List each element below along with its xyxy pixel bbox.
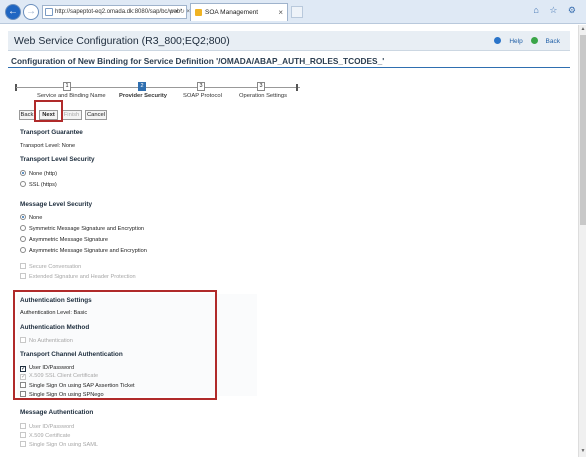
page-subtitle: Configuration of New Binding for Service… [11,56,385,66]
message-level-security-heading: Message Level Security [20,201,93,208]
checkbox-checked-icon[interactable]: ✓ [20,366,26,372]
radio-asymmetric-sig-enc[interactable]: Asymmetric Message Signature and Encrypt… [20,247,147,254]
authentication-settings-heading: Authentication Settings [20,297,92,304]
roadmap-end-marker [296,84,298,91]
title-bar: Web Service Configuration (R3_800;EQ2;80… [8,31,570,51]
help-link[interactable]: Help [494,37,523,45]
checkbox-extended-signature[interactable]: Extended Signature and Header Protection [20,273,136,280]
radio-icon[interactable] [20,247,26,253]
authentication-level-row: Authentication Level: Basic [20,310,88,316]
checkbox-icon[interactable] [20,382,26,388]
back-button[interactable]: Back [19,110,35,120]
roadmap-step-3[interactable]: 3 [197,82,205,91]
tab-title: SOA Management [205,9,259,16]
help-icon [494,37,502,44]
authentication-method-heading: Authentication Method [20,324,90,331]
checkbox-secure-conversation[interactable]: Secure Conversation [20,263,81,270]
cancel-button[interactable]: Cancel [85,110,107,120]
transport-guarantee-heading: Transport Guarantee [20,129,83,136]
transport-level-row: Transport Level: None [20,143,76,149]
radio-symmetric[interactable]: Symmetric Message Signature and Encrypti… [20,225,144,232]
radio-icon[interactable] [20,181,26,187]
forward-arrow-icon[interactable]: → [23,4,39,20]
back-arrow-icon[interactable]: ← [5,4,21,20]
checkbox-icon[interactable] [20,273,26,279]
address-bar[interactable]: http://sapeptot-eq2.omada.dk:8080/sap/bc… [42,5,187,19]
checkbox-icon[interactable] [20,263,26,269]
tab-close-icon[interactable]: × [278,4,283,21]
subtitle-divider [8,67,570,68]
roadmap-label-3: SOAP Protocol [183,93,222,99]
address-text: http://sapeptot-eq2.omada.dk:8080/sap/bc… [55,9,181,15]
radio-none-http[interactable]: None (http) [20,170,57,177]
scroll-thumb[interactable] [580,35,586,225]
scroll-down-icon[interactable]: ▼ [579,448,586,456]
scroll-up-icon[interactable]: ▲ [579,26,586,34]
sap-tab-icon [195,9,202,16]
checkbox-icon[interactable] [20,337,26,343]
roadmap-step-1[interactable]: 1 [63,82,71,91]
browser-tab[interactable]: SOA Management × [190,3,288,21]
roadmap-label-4: Operation Settings [239,93,288,99]
page-icon [45,8,53,16]
radio-selected-icon[interactable] [20,214,26,220]
roadmap-label-2: Provider Security [119,93,168,99]
radio-ssl-https[interactable]: SSL (https) [20,181,57,188]
checkbox-no-authentication[interactable]: No Authentication [20,337,73,344]
page-title: Web Service Configuration (R3_800;EQ2;80… [14,35,230,47]
checkbox-msg-user-id[interactable]: User ID/Password [20,423,74,430]
roadmap-step-2[interactable]: 2 [138,82,146,91]
checkbox-x509-ssl[interactable]: ✓ X.509 SSL Client Certificate [20,373,98,380]
radio-icon[interactable] [20,225,26,231]
checkbox-icon[interactable] [20,423,26,429]
radio-asymmetric-signature[interactable]: Asymmetric Message Signature [20,236,108,243]
back-link[interactable]: Back [530,37,560,45]
page-content: Web Service Configuration (R3_800;EQ2;80… [0,25,578,457]
transport-channel-auth-heading: Transport Channel Authentication [20,351,123,358]
checkbox-icon[interactable] [20,441,26,447]
checkbox-sso-spnego[interactable]: Single Sign On using SPNego [20,391,104,398]
transport-level-security-heading: Transport Level Security [20,156,95,163]
browser-tool-icons[interactable]: ⌂ ☆ ⚙ [533,5,580,16]
checkbox-msg-x509[interactable]: X.509 Certificate [20,432,70,439]
finish-button[interactable]: Finish [61,110,82,120]
new-tab-button[interactable] [291,6,303,18]
back-icon [530,37,538,44]
address-controls[interactable]: ρ ▾ ↻ × [170,8,190,15]
checkbox-icon[interactable] [20,432,26,438]
radio-msg-none[interactable]: None [20,214,42,221]
next-highlight-box [34,100,63,122]
browser-toolbar: ← → http://sapeptot-eq2.omada.dk:8080/sa… [0,0,586,24]
checkbox-sso-assertion-ticket[interactable]: Single Sign On using SAP Assertion Ticke… [20,382,135,389]
checkbox-icon[interactable] [20,391,26,397]
vertical-scrollbar[interactable]: ▲ ▼ [578,25,586,457]
radio-icon[interactable] [20,236,26,242]
checkbox-user-id-password[interactable]: ✓ User ID/Password [20,365,74,372]
checkbox-msg-saml[interactable]: Single Sign On using SAML [20,441,98,448]
roadmap-label-1: Service and Binding Name [37,93,106,99]
radio-selected-icon[interactable] [20,170,26,176]
header-links: Help Back [488,37,560,45]
roadmap-step-4[interactable]: 3 [257,82,265,91]
checkbox-checked-disabled-icon[interactable]: ✓ [20,374,26,380]
message-authentication-heading: Message Authentication [20,409,94,416]
